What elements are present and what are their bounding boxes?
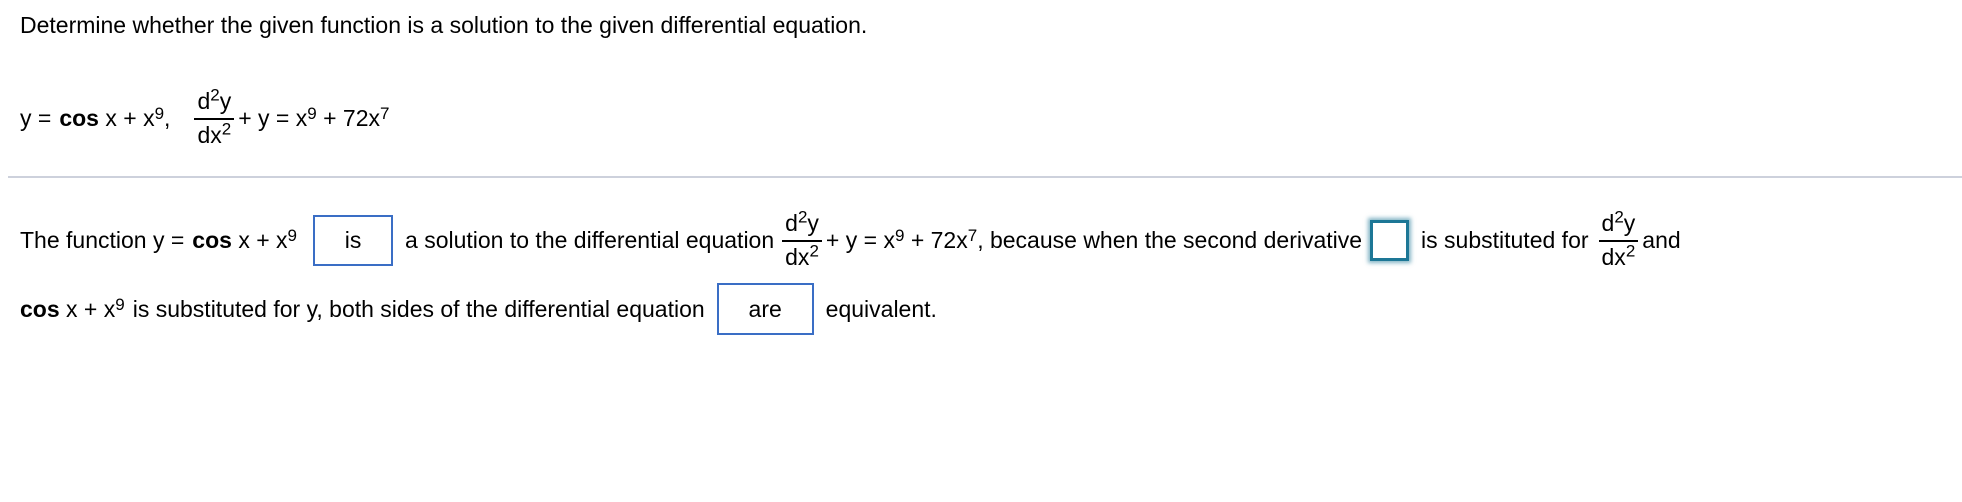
answer-text-1: The function y = xyxy=(20,226,185,253)
answer-text-2: a solution to the differential equation xyxy=(405,226,775,253)
fraction-numerator: d2y xyxy=(782,208,822,242)
answer-line-1: The function y = cos x + x9 is a solutio… xyxy=(20,206,1681,270)
fraction-numerator: d2y xyxy=(1598,208,1639,242)
y-label: y = xyxy=(20,104,52,131)
answer-text-7: equivalent. xyxy=(825,295,937,322)
fraction-denominator: dx2 xyxy=(1601,240,1636,270)
second-derivative-fraction: d2y dx2 xyxy=(194,86,235,148)
cos-text: cos xyxy=(20,295,60,322)
dropdown-selected-value: is xyxy=(344,226,362,253)
answer-text-3: , because when the second derivative xyxy=(977,226,1363,253)
section-divider xyxy=(8,176,1962,178)
is-isnot-dropdown[interactable]: is xyxy=(313,214,394,266)
instruction-text: Determine whether the given function is … xyxy=(20,12,868,38)
rhs-part-b: + 72x xyxy=(910,226,968,253)
answer-line-2: cos x + x9 is substituted for y, both si… xyxy=(20,282,937,336)
function-rest: x + x xyxy=(66,295,116,322)
answer-text-6: is substituted for y, both sides of the … xyxy=(132,295,705,322)
fraction-denominator: dx2 xyxy=(785,240,819,270)
second-derivative-fraction: d2y dx2 xyxy=(782,208,822,270)
cos-text: cos xyxy=(59,104,99,131)
function-rest: x + x xyxy=(105,104,155,131)
answer-text-4: is substituted for xyxy=(1421,226,1589,253)
cos-text: cos xyxy=(192,226,232,253)
second-derivative-input[interactable] xyxy=(1370,219,1410,261)
are-arenot-dropdown[interactable]: are xyxy=(716,283,814,335)
second-derivative-fraction: d2y dx2 xyxy=(1598,208,1639,270)
fraction-denominator: dx2 xyxy=(197,118,232,148)
given-equation: y = cos x + x9 , d2y dx2 + y = x9 + 72x 7 xyxy=(20,84,390,148)
answer-text-5: and xyxy=(1642,226,1681,253)
rhs-part-b: + 72x xyxy=(323,104,381,131)
rhs-part-a: + y = x xyxy=(238,104,308,131)
rhs-part-a: + y = x xyxy=(825,226,895,253)
function-rest: x + x xyxy=(238,226,288,253)
dropdown-selected-value: are xyxy=(748,295,782,322)
comma: , xyxy=(164,104,171,131)
fraction-numerator: d2y xyxy=(194,86,235,120)
